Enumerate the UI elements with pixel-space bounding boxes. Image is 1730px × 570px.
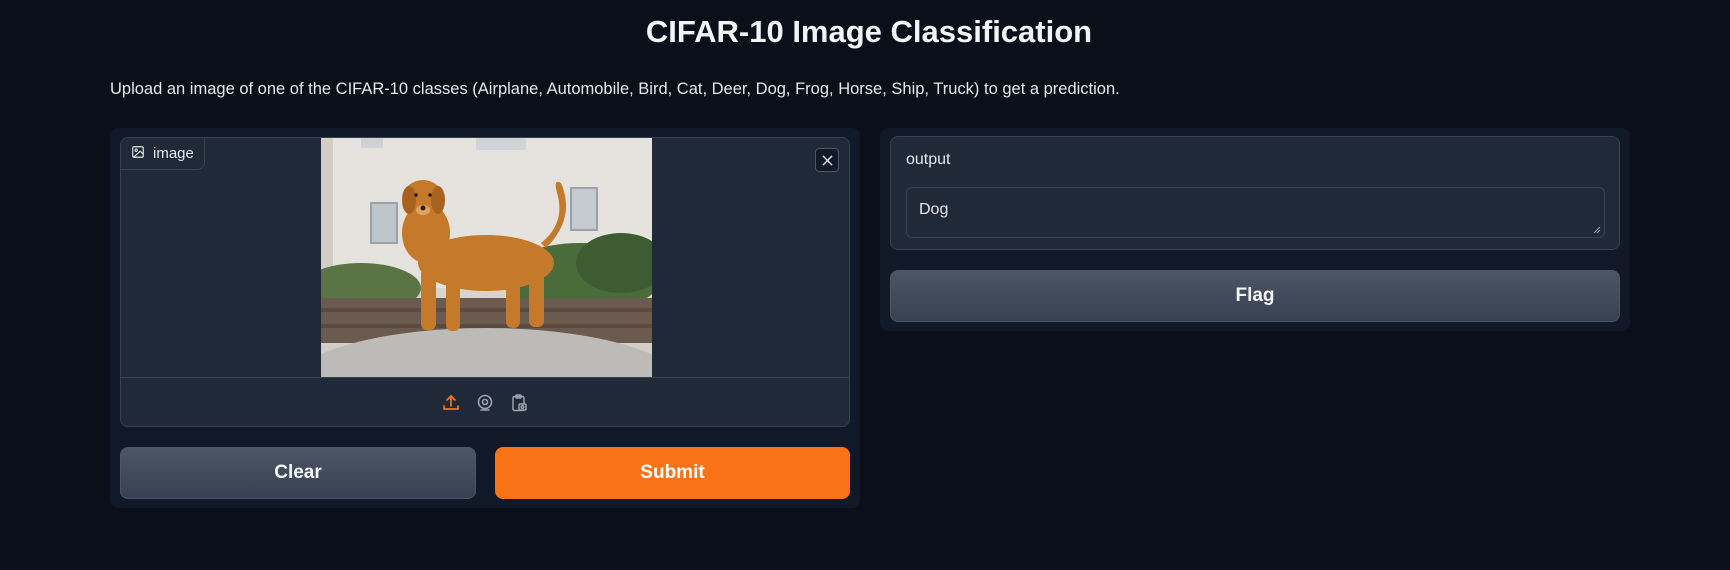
image-label-text: image bbox=[153, 145, 194, 162]
output-panel: output Dog Flag bbox=[880, 128, 1630, 331]
output-textbox[interactable]: Dog bbox=[906, 187, 1605, 238]
image-source-bar bbox=[121, 377, 849, 426]
output-block: output Dog bbox=[890, 136, 1620, 250]
page-description: Upload an image of one of the CIFAR-10 c… bbox=[110, 80, 1120, 98]
clipboard-icon[interactable] bbox=[509, 393, 529, 413]
output-label: output bbox=[906, 151, 951, 168]
resize-handle-icon[interactable] bbox=[1593, 226, 1601, 234]
close-icon bbox=[821, 154, 833, 166]
clear-button[interactable]: Clear bbox=[120, 447, 476, 499]
remove-image-button[interactable] bbox=[815, 148, 839, 172]
submit-button[interactable]: Submit bbox=[495, 447, 850, 499]
input-panel: image Clear Submit bbox=[110, 128, 860, 508]
uploaded-image bbox=[321, 138, 652, 377]
image-upload-area[interactable]: image bbox=[120, 137, 850, 427]
image-icon bbox=[131, 145, 145, 163]
flag-button[interactable]: Flag bbox=[890, 270, 1620, 322]
image-label: image bbox=[121, 138, 205, 170]
webcam-icon[interactable] bbox=[475, 393, 495, 413]
output-value: Dog bbox=[919, 201, 949, 218]
upload-icon[interactable] bbox=[441, 393, 461, 413]
page-title: CIFAR-10 Image Classification bbox=[645, 14, 1093, 49]
